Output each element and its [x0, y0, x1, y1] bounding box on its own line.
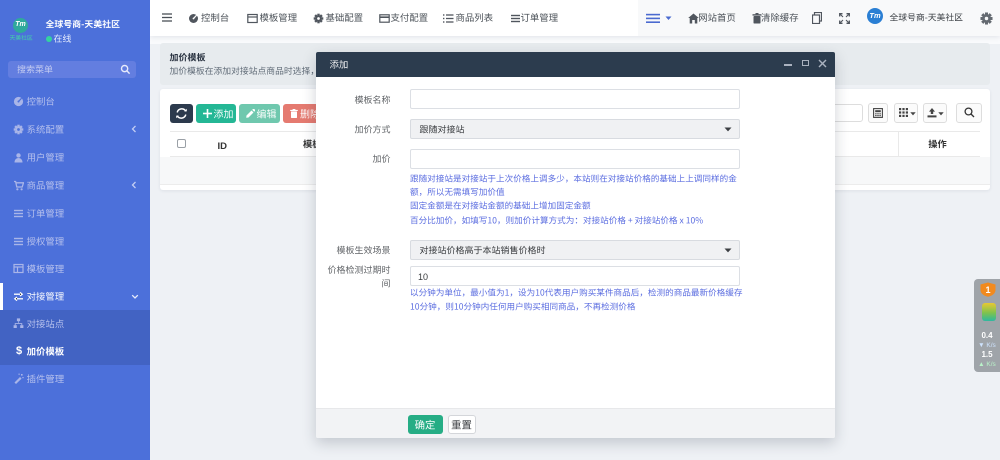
svg-text:1: 1: [985, 285, 990, 295]
